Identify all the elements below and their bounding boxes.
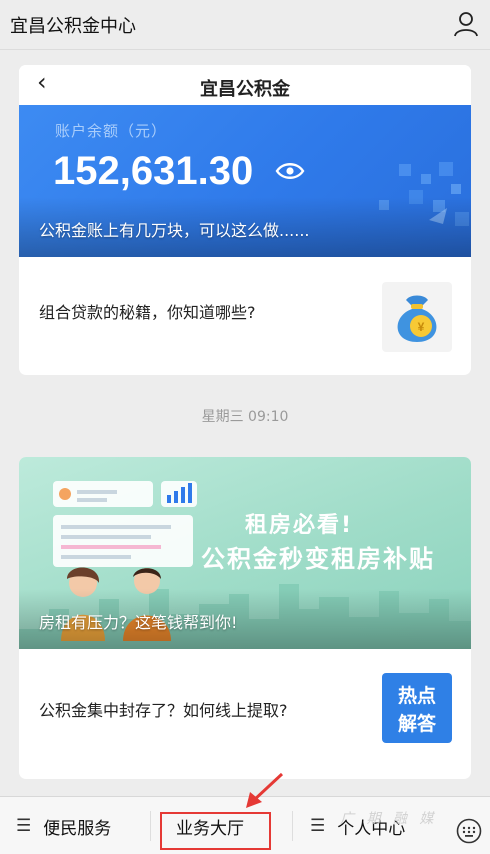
menu-divider — [150, 811, 151, 841]
menu-divider — [292, 811, 293, 841]
thumb-line-1: 热点 — [397, 685, 436, 707]
menu-item-label: 便民服务 — [43, 818, 112, 839]
article-card: ‹ 宜昌公积金 账户余额（元） 152,631.30 公积金账上有几万块，可以这… — [19, 65, 471, 375]
money-bag-icon: ¥ — [382, 282, 452, 352]
watermark: 广 期 融 媒 — [340, 811, 438, 827]
svg-text:¥: ¥ — [418, 320, 425, 334]
thumb-line-2: 解答 — [397, 713, 436, 735]
balance-label: 账户余额（元） — [55, 122, 168, 140]
menu-lines-icon: ☰ — [310, 816, 326, 836]
hero-caption: 公积金账上有几万块，可以这么做...... — [39, 221, 310, 240]
article-card: 租房必看! 公积金秒变租房补贴 房租有压力？这笔钱帮到你! 公积金集中封存了？如… — [19, 457, 471, 779]
article-hero-balance[interactable]: ‹ 宜昌公积金 账户余额（元） 152,631.30 公积金账上有几万块，可以这… — [19, 65, 471, 257]
header-title: 宜昌公积金中心 — [10, 16, 136, 37]
article-title: 公积金集中封存了？如何线上提取? — [39, 701, 288, 720]
eye-icon — [275, 163, 305, 179]
annotation-arrow-icon — [246, 772, 284, 808]
article-list-item[interactable]: 公积金集中封存了？如何线上提取? 热点 解答 — [19, 649, 471, 779]
article-list-item[interactable]: 组合贷款的秘籍，你知道哪些? ¥ — [19, 257, 471, 375]
keyboard-icon[interactable] — [456, 818, 482, 844]
banner-headline-1: 租房必看! — [245, 513, 354, 538]
highlight-box — [160, 812, 271, 850]
menu-lines-icon: ☰ — [16, 816, 32, 836]
menu-item-convenience-services[interactable]: ☰ 便民服务 — [16, 797, 111, 854]
article-hero-rent[interactable]: 租房必看! 公积金秒变租房补贴 房租有压力？这笔钱帮到你! — [19, 457, 471, 649]
message-timestamp: 星期三 09:10 — [201, 409, 289, 425]
balance-value: 152,631.30 — [53, 149, 254, 193]
banner-headline-2: 公积金秒变租房补贴 — [201, 545, 435, 573]
chat-header: 宜昌公积金中心 — [0, 0, 490, 50]
user-icon[interactable] — [452, 10, 480, 38]
hero-caption: 房租有压力？这笔钱帮到你! — [39, 613, 238, 632]
article-title: 组合贷款的秘籍，你知道哪些? — [39, 303, 256, 322]
app-title: 宜昌公积金 — [200, 79, 290, 100]
message-feed: ‹ 宜昌公积金 账户余额（元） 152,631.30 公积金账上有几万块，可以这… — [0, 50, 490, 796]
hot-answer-thumbnail: 热点 解答 — [382, 673, 452, 743]
